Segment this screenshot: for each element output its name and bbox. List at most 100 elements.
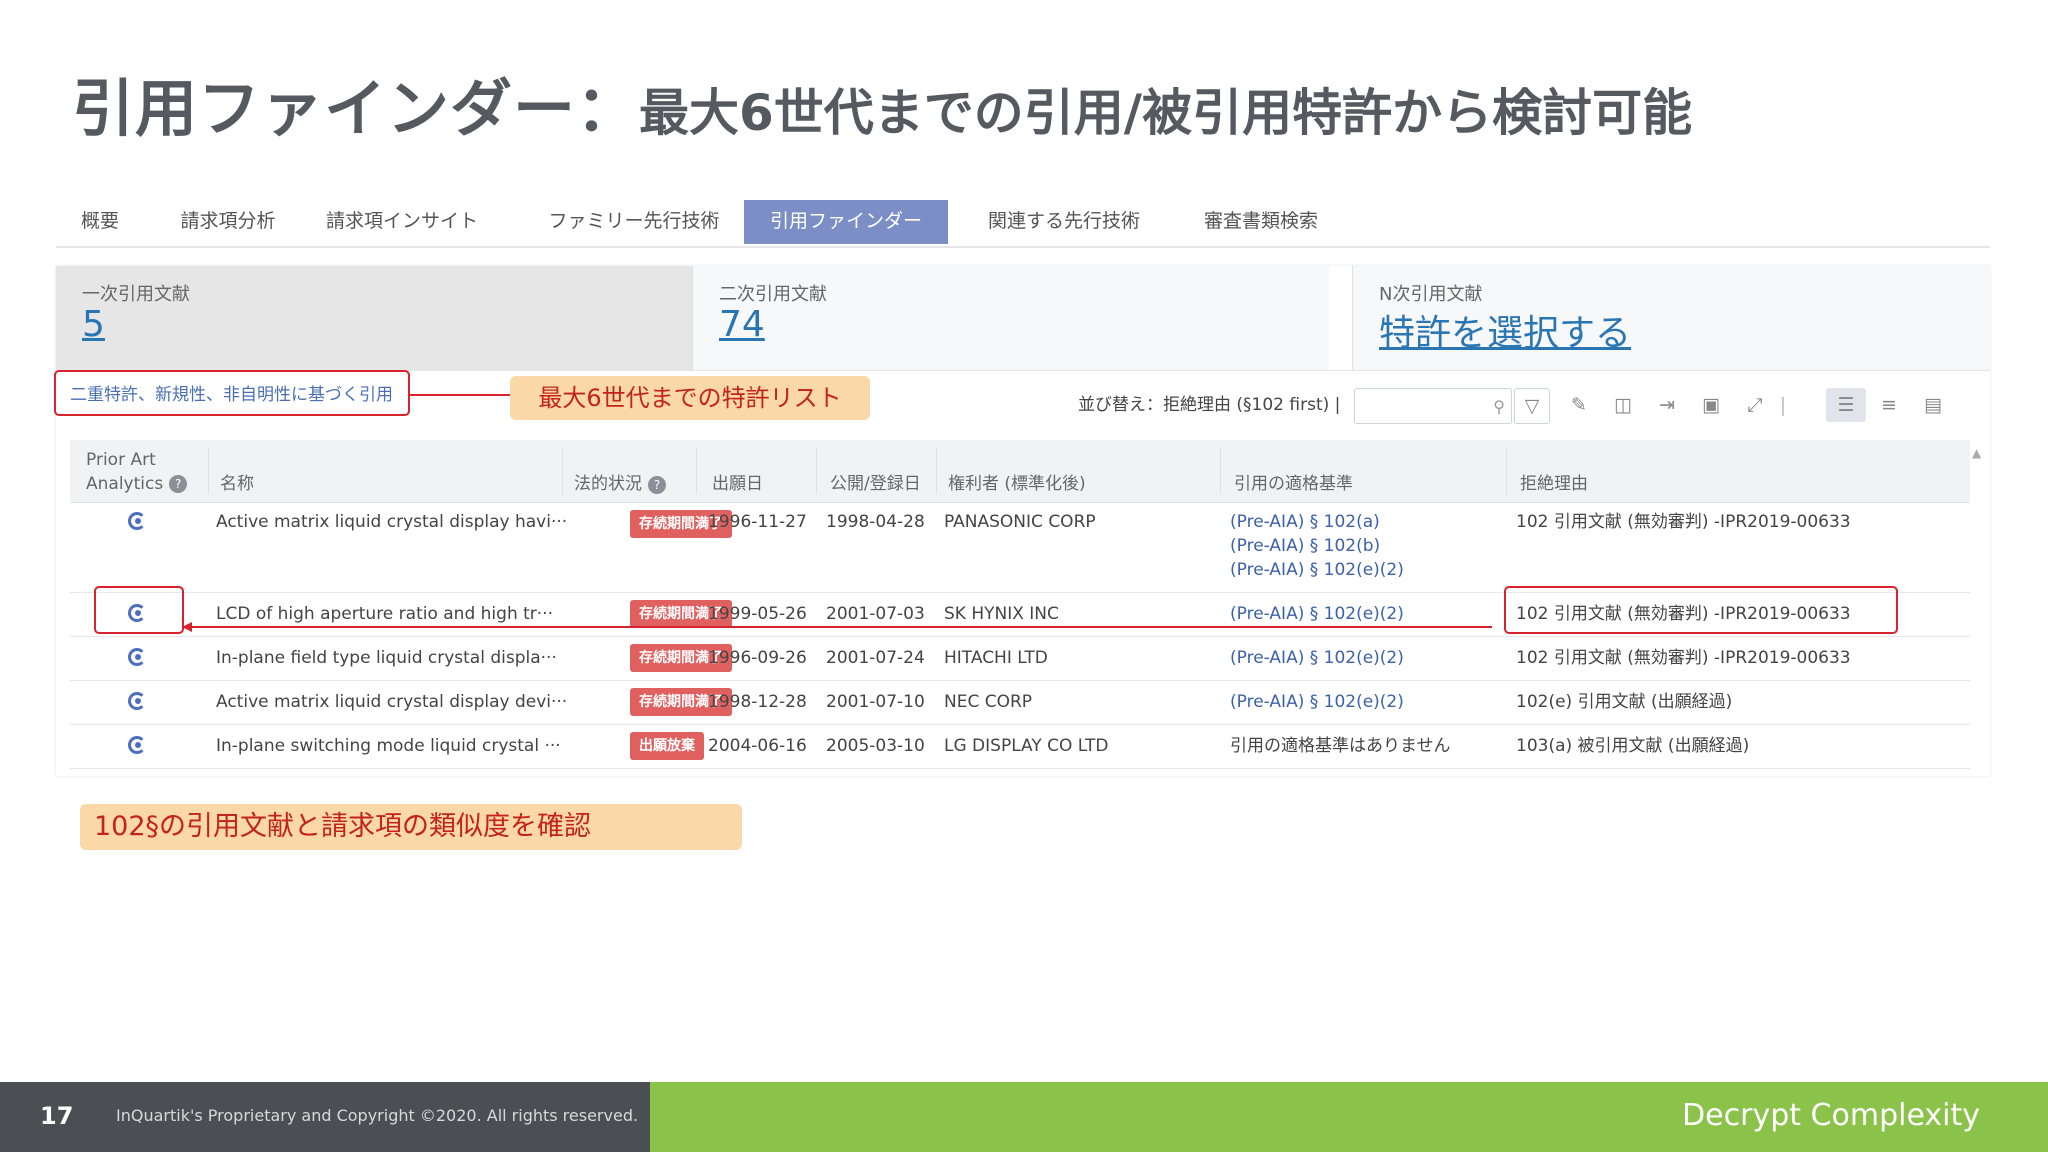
prior-art-analytics-icon[interactable] — [128, 512, 146, 530]
cell-pub-date: 1998-04-28 — [826, 512, 925, 532]
cell-filing-date: 1996-11-27 — [708, 512, 807, 532]
tab-exam-docs-search[interactable]: 審査書類検索 — [1176, 200, 1346, 244]
tab-claim-analysis[interactable]: 請求項分析 — [164, 200, 292, 244]
col-filing-date[interactable]: 出願日 — [712, 440, 812, 502]
table-header: Prior Art Analytics? 名称 法的状況? 出願日 公開/登録日 … — [70, 440, 1981, 503]
filter-icon[interactable]: ▽ — [1514, 388, 1550, 424]
stat-secondary-citations[interactable]: 二次引用文献 74 — [692, 266, 1329, 370]
prior-art-analytics-icon[interactable] — [128, 692, 146, 710]
prior-art-analytics-icon[interactable] — [128, 736, 146, 754]
footer-right: Decrypt Complexity — [650, 1082, 2048, 1152]
col-assignee[interactable]: 権利者 (標準化後) — [948, 440, 1168, 502]
tab-overview[interactable]: 概要 — [56, 200, 144, 244]
share-icon[interactable]: ▣ — [1694, 388, 1728, 422]
col-name[interactable]: 名称 — [220, 440, 560, 502]
tab-bar: 概要 請求項分析 請求項インサイト ファミリー先行技術 引用ファインダー 関連す… — [56, 200, 1990, 248]
toolbar-divider: | — [1779, 394, 1787, 416]
list-panel-icon[interactable]: ▤ — [1916, 388, 1950, 422]
highlight-connector-line — [190, 626, 1492, 628]
citation-basis-filter[interactable]: 二重特許、新規性、非自明性に基づく引用 — [54, 370, 410, 416]
col-legal-status[interactable]: 法的状況? — [574, 440, 694, 502]
column-divider — [1506, 448, 1507, 494]
cell-criteria: (Pre-AIA) § 102(e)(2) — [1230, 648, 1404, 668]
cell-assignee: LG DISPLAY CO LTD — [944, 736, 1109, 756]
criteria-line: (Pre-AIA) § 102(e)(2) — [1230, 560, 1404, 580]
cell-criteria: (Pre-AIA) § 102(e)(2) — [1230, 604, 1404, 624]
tagline: Decrypt Complexity — [1682, 1098, 1980, 1133]
cell-assignee: HITACHI LTD — [944, 648, 1048, 668]
col-criteria[interactable]: 引用の適格基準 — [1234, 440, 1454, 502]
callout-similarity: 102§の引用文献と請求項の類似度を確認 — [80, 804, 742, 850]
cell-name[interactable]: Active matrix liquid crystal display hav… — [216, 510, 567, 534]
cell-rejection-reason: 102 引用文献 (無効審判) -IPR2019-00633 — [1516, 512, 1851, 532]
pencil-icon[interactable]: ✎ — [1562, 388, 1596, 422]
cell-pub-date: 2001-07-10 — [826, 692, 925, 712]
col-prior-art-analytics[interactable]: Prior Art Analytics? — [86, 440, 216, 502]
cell-filing-date: 1999-05-26 — [708, 604, 807, 624]
tab-citation-finder[interactable]: 引用ファインダー — [744, 200, 948, 244]
highlight-box-reason — [1504, 586, 1898, 634]
tab-family-prior-art[interactable]: ファミリー先行技術 — [528, 200, 740, 244]
cell-criteria: (Pre-AIA) § 102(e)(2) — [1230, 692, 1404, 712]
footer-left: 17 InQuartik's Proprietary and Copyright… — [0, 1082, 650, 1152]
column-divider — [936, 448, 937, 494]
header-text: 法的状況 — [574, 474, 642, 494]
stat-value-link[interactable]: 5 — [82, 304, 105, 345]
tab-claim-insight[interactable]: 請求項インサイト — [312, 200, 492, 244]
column-divider — [562, 448, 563, 494]
cell-rejection-reason: 102(e) 引用文献 (出願経過) — [1516, 692, 1733, 712]
stat-value-link[interactable]: 74 — [719, 304, 765, 345]
cell-assignee: PANASONIC CORP — [944, 512, 1096, 532]
col-rejection-reason[interactable]: 拒絶理由 — [1520, 440, 1740, 502]
table-row[interactable]: Active matrix liquid crystal display dev… — [70, 680, 1970, 725]
cell-name[interactable]: In-plane field type liquid crystal displ… — [216, 646, 557, 670]
cell-criteria: (Pre-AIA) § 102(a) (Pre-AIA) § 102(b) (P… — [1230, 510, 1404, 582]
callout-patent-list: 最大6世代までの特許リスト — [510, 376, 870, 420]
cell-pub-date: 2005-03-10 — [826, 736, 925, 756]
search-input[interactable]: ⚲ — [1354, 388, 1512, 424]
stat-nth-citations[interactable]: N次引用文献 特許を選択する — [1352, 266, 1991, 370]
table-row[interactable]: Active matrix liquid crystal display hav… — [70, 502, 1970, 593]
prior-art-analytics-icon[interactable] — [128, 648, 146, 666]
criteria-line: (Pre-AIA) § 102(b) — [1230, 536, 1381, 556]
split-view-icon[interactable]: ◫ — [1606, 388, 1640, 422]
search-icon[interactable]: ⚲ — [1493, 397, 1505, 416]
cell-assignee: SK HYNIX INC — [944, 604, 1059, 624]
cell-name[interactable]: LCD of high aperture ratio and high tr··… — [216, 602, 553, 626]
citation-stats: 一次引用文献 5 二次引用文献 74 N次引用文献 特許を選択する — [56, 266, 1991, 371]
table-row[interactable]: In-plane field type liquid crystal displ… — [70, 636, 1970, 681]
export-icon[interactable]: ⇥ — [1650, 388, 1684, 422]
cell-rejection-reason: 103(a) 被引用文献 (出願経過) — [1516, 736, 1750, 756]
help-icon[interactable]: ? — [648, 476, 666, 494]
help-icon[interactable]: ? — [169, 475, 188, 493]
page-number: 17 — [40, 1102, 74, 1130]
citation-finder-panel: 一次引用文献 5 二次引用文献 74 N次引用文献 特許を選択する 二重特許、新… — [54, 266, 1991, 776]
stat-primary-citations[interactable]: 一次引用文献 5 — [56, 266, 692, 370]
tab-related-prior-art[interactable]: 関連する先行技術 — [966, 200, 1162, 244]
expand-icon[interactable]: ⤢ — [1738, 388, 1772, 422]
cell-filing-date: 1996-09-26 — [708, 648, 807, 668]
cell-rejection-reason: 102 引用文献 (無効審判) -IPR2019-00633 — [1516, 648, 1851, 668]
select-patent-link[interactable]: 特許を選択する — [1379, 304, 1631, 356]
slide-title: 引用ファインダー：最大6世代までの引用/被引用特許から検討可能 — [72, 58, 1692, 148]
table-row[interactable]: In-plane switching mode liquid crystal ·… — [70, 724, 1970, 769]
cell-name[interactable]: Active matrix liquid crystal display dev… — [216, 690, 567, 714]
highlight-box-analytics — [94, 586, 184, 634]
column-divider — [1220, 448, 1221, 494]
highlight-connector-arrow — [182, 622, 192, 632]
cell-filing-date: 1998-12-28 — [708, 692, 807, 712]
cell-name[interactable]: In-plane switching mode liquid crystal ·… — [216, 734, 561, 758]
cell-assignee: NEC CORP — [944, 692, 1033, 712]
column-divider — [696, 448, 697, 494]
scroll-up-icon[interactable]: ▲ — [1972, 446, 1981, 460]
criteria-line: (Pre-AIA) § 102(a) — [1230, 512, 1380, 532]
copyright-text: InQuartik's Proprietary and Copyright ©2… — [116, 1106, 639, 1125]
list-compact-icon[interactable]: ≡ — [1872, 388, 1906, 422]
col-pub-date[interactable]: 公開/登録日 — [830, 440, 940, 502]
list-detail-icon[interactable]: ☰ — [1826, 388, 1866, 422]
table-row[interactable]: LCD of high aperture ratio and high tr··… — [70, 586, 1970, 637]
status-badge: 出願放棄 — [630, 732, 704, 760]
cell-filing-date: 2004-06-16 — [708, 736, 807, 756]
cell-criteria: 引用の適格基準はありません — [1230, 736, 1451, 756]
sort-dropdown[interactable]: 並び替え：拒絶理由 (§102 first) | — [1078, 390, 1340, 415]
